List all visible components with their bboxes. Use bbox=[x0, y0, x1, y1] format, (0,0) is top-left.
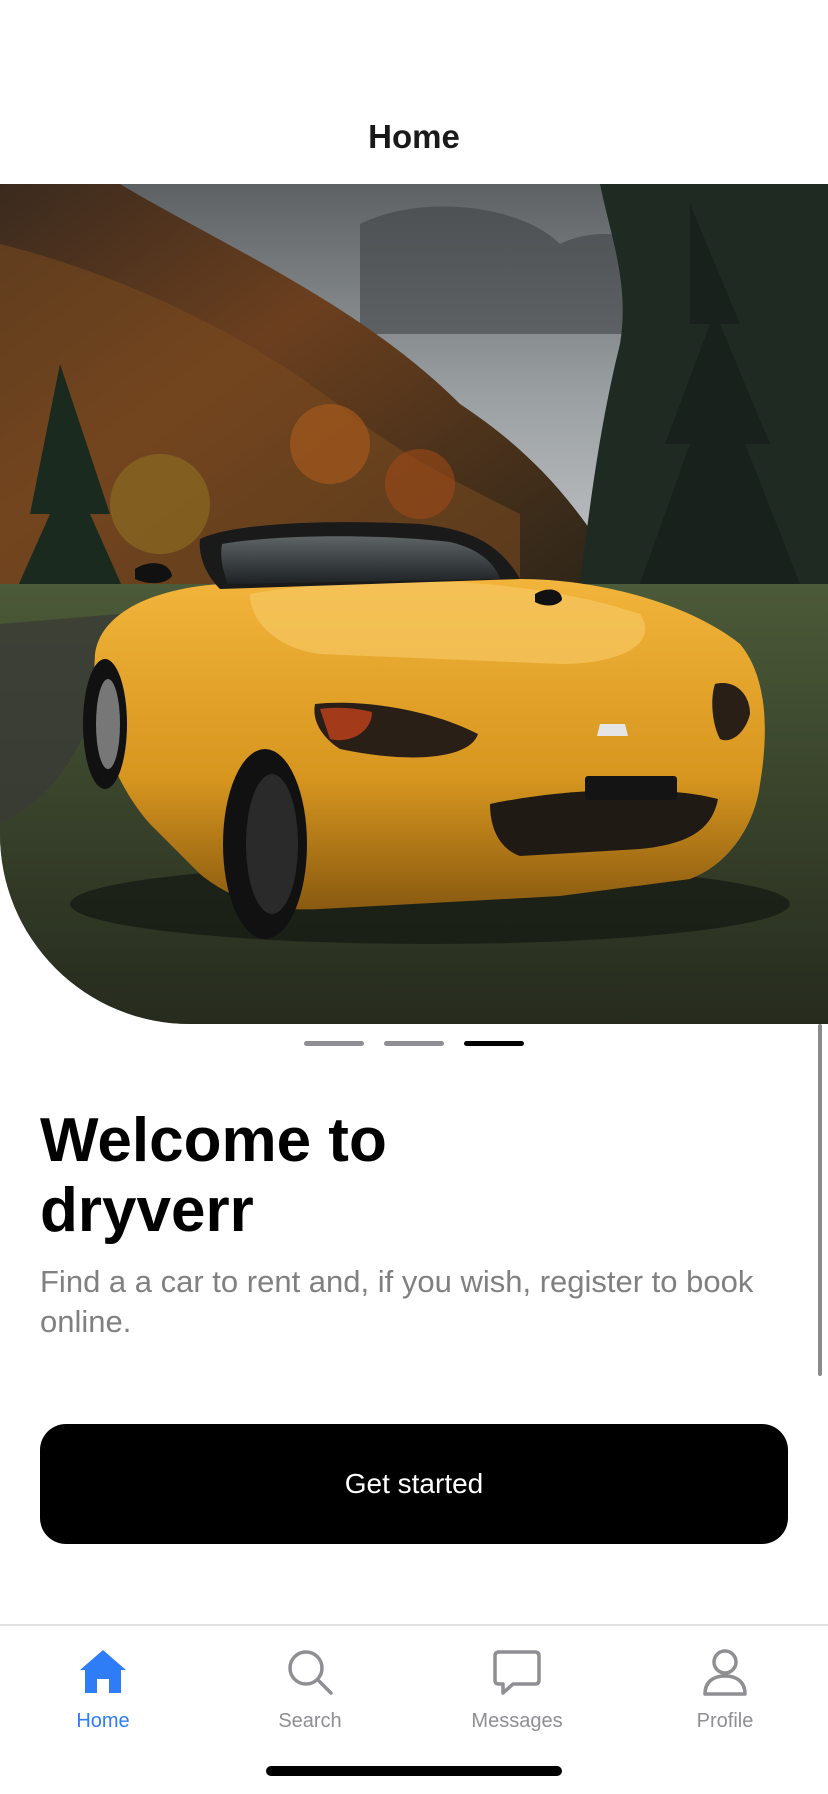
home-indicator[interactable] bbox=[266, 1766, 562, 1776]
page-title: Home bbox=[368, 118, 460, 155]
profile-icon bbox=[703, 1649, 747, 1696]
messages-icon bbox=[493, 1650, 541, 1695]
tab-home-label: Home bbox=[76, 1710, 130, 1732]
get-started-button[interactable]: Get started bbox=[40, 1424, 788, 1544]
home-icon bbox=[80, 1650, 126, 1693]
pager-dot-1[interactable] bbox=[304, 1041, 364, 1046]
search-icon bbox=[288, 1650, 333, 1695]
tab-messages[interactable]: Messages bbox=[437, 1646, 597, 1733]
welcome-title: Welcome to dryverr bbox=[40, 1106, 600, 1246]
tab-profile-label: Profile bbox=[696, 1710, 754, 1732]
welcome-subtitle: Find a a car to rent and, if you wish, r… bbox=[40, 1264, 754, 1339]
tab-profile[interactable]: Profile bbox=[645, 1646, 805, 1733]
pager-dot-3-active[interactable] bbox=[464, 1041, 524, 1046]
pager-dot-2[interactable] bbox=[384, 1041, 444, 1046]
welcome-title-line1: Welcome to bbox=[40, 1106, 387, 1175]
tab-home[interactable]: Home bbox=[23, 1646, 183, 1733]
tab-search[interactable]: Search bbox=[230, 1646, 390, 1733]
carousel-pager bbox=[0, 1041, 828, 1046]
tab-messages-label: Messages bbox=[471, 1710, 563, 1732]
scrollbar[interactable] bbox=[818, 1024, 822, 1376]
hero-car-image bbox=[0, 184, 828, 1024]
welcome-title-line2: dryverr bbox=[40, 1176, 254, 1245]
tab-search-label: Search bbox=[278, 1710, 342, 1732]
navigation-header: Home bbox=[0, 0, 828, 184]
